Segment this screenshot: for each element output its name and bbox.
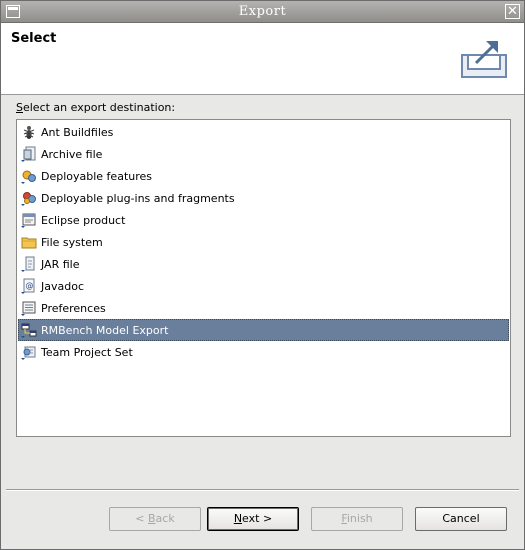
export-destination-list[interactable]: Ant Buildfiles Archive file Deployable f… [16,119,511,437]
list-item-deployable-features[interactable]: Deployable features [18,165,509,187]
list-item-team-project-set[interactable]: Team Project Set [18,341,509,363]
list-item-javadoc[interactable]: @ Javadoc [18,275,509,297]
back-label: ack [155,512,175,525]
list-item-eclipse-product[interactable]: Eclipse product [18,209,509,231]
plugin-icon [21,192,36,206]
list-item-label: Archive file [41,147,103,161]
archive-file-icon [21,146,36,162]
wizard-header: Select [1,23,524,95]
ant-icon [23,126,35,139]
rmbench-icon [21,323,37,338]
list-item-jar-file[interactable]: JAR file [18,253,509,275]
list-item-preferences[interactable]: Preferences [18,297,509,319]
list-item-archive-file[interactable]: Archive file [18,143,509,165]
jar-icon [21,256,35,272]
prompt-text: elect an export destination: [22,101,176,114]
list-item-label: Team Project Set [41,345,133,359]
destination-prompt: Select an export destination: [16,101,175,114]
team-project-icon [21,346,36,360]
javadoc-icon: @ [21,278,35,294]
page-title: Select [11,31,57,46]
back-button[interactable]: < Back [109,507,201,531]
finish-label: inish [346,512,373,525]
list-item-label: Ant Buildfiles [41,125,114,139]
next-label: ext > [242,512,273,525]
preferences-icon [21,301,36,316]
folder-icon [21,237,37,249]
back-prefix: < [135,512,148,525]
feature-icon [21,170,36,184]
prompt-mnemonic: S [16,101,23,114]
footer-separator [6,489,519,491]
next-button[interactable]: Next > [207,507,299,531]
list-item-deployable-plugins[interactable]: Deployable plug-ins and fragments [18,187,509,209]
list-item-label: JAR file [41,257,80,271]
list-item-label: RMBench Model Export [41,323,169,337]
svg-text:@: @ [26,281,34,290]
list-item-label: Eclipse product [41,213,126,227]
product-icon [21,213,36,228]
list-item-file-system[interactable]: File system [18,231,509,253]
next-mnemonic: N [233,512,243,525]
close-icon[interactable]: ✕ [505,4,520,19]
finish-button[interactable]: Finish [311,507,403,531]
back-mnemonic: B [148,512,156,525]
title-bar[interactable]: Export ✕ [1,1,524,23]
list-item-label: Deployable plug-ins and fragments [41,191,235,205]
export-dialog: Export ✕ Select Select an export destina… [0,0,525,550]
export-wizard-icon [461,41,507,78]
list-item-label: File system [41,235,103,249]
window-title: Export [238,4,287,19]
list-item-ant-buildfiles[interactable]: Ant Buildfiles [18,121,509,143]
list-item-label: Deployable features [41,169,153,183]
cancel-button[interactable]: Cancel [415,507,507,531]
list-item-label: Preferences [41,301,106,315]
list-item-label: Javadoc [41,279,84,293]
list-item-rmbench-model-export[interactable]: RMBench Model Export [18,319,509,341]
